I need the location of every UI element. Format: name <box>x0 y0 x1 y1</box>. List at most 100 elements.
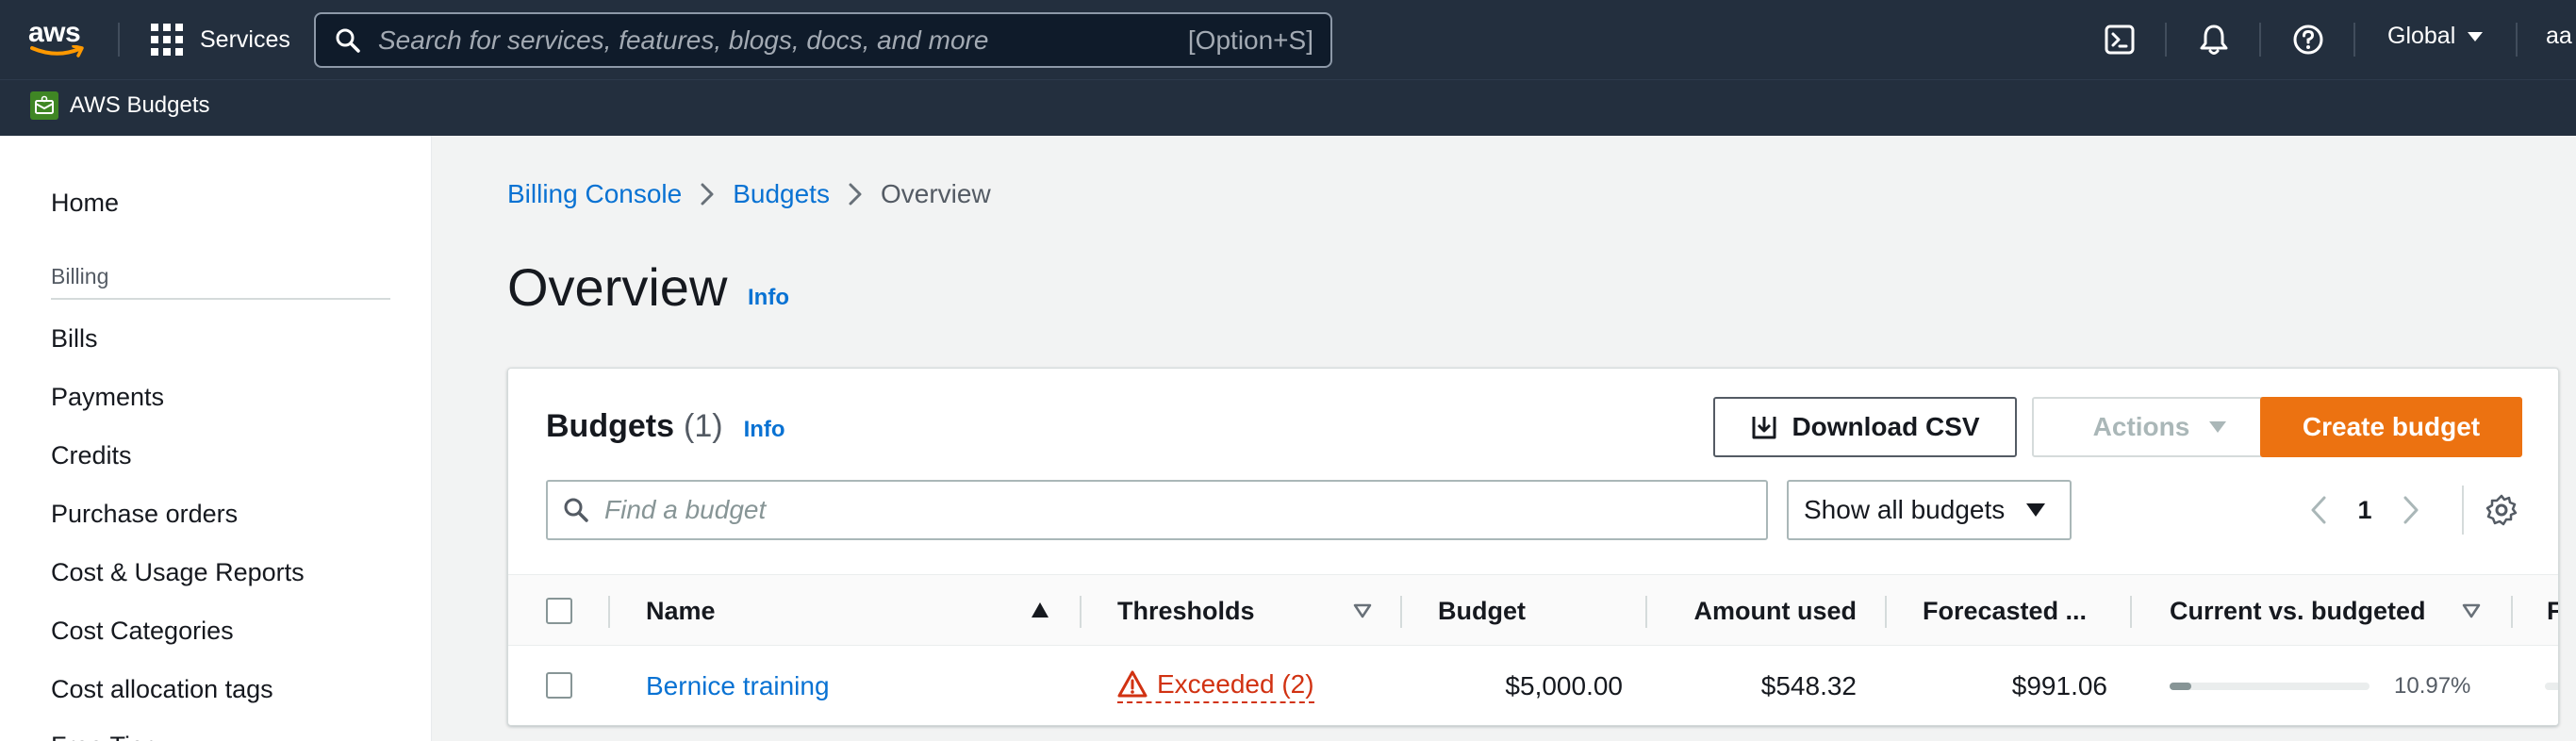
panel-info-link[interactable]: Info <box>744 417 785 443</box>
sidebar-item-credits[interactable]: Credits <box>51 441 132 470</box>
help-icon[interactable] <box>2289 21 2327 58</box>
sidebar-item-purchase-orders[interactable]: Purchase orders <box>51 500 238 529</box>
sidebar-item-cost-usage-reports[interactable]: Cost & Usage Reports <box>51 558 305 587</box>
table-header: Name Thresholds Budget Amount used Forec… <box>508 574 2558 647</box>
global-search-input[interactable] <box>378 25 1188 56</box>
breadcrumb-budgets[interactable]: Budgets <box>733 179 830 209</box>
page-title: Overview <box>507 257 728 317</box>
column-forecasted-label: Forecasted ... <box>1923 596 2088 625</box>
chevron-right-icon <box>701 183 714 206</box>
column-next-partial-label: F <box>2547 597 2558 626</box>
region-selector[interactable]: Global <box>2387 23 2484 50</box>
column-name-label: Name <box>646 596 716 625</box>
find-budget-search[interactable] <box>546 480 1768 540</box>
notifications-bell-icon[interactable] <box>2195 21 2233 58</box>
gear-icon <box>2485 494 2518 526</box>
threshold-status[interactable]: Exceeded (2) <box>1117 669 1314 703</box>
column-header-current-vs-budgeted[interactable]: Current vs. budgeted <box>2170 575 2426 647</box>
forecasted-cell: $991.06 <box>2011 671 2107 700</box>
column-budget-label: Budget <box>1438 596 1526 625</box>
sidebar-item-cost-allocation-tags[interactable]: Cost allocation tags <box>51 675 273 704</box>
page-number[interactable]: 1 <box>2337 496 2392 525</box>
find-budget-input[interactable] <box>604 495 1766 525</box>
cloudshell-icon[interactable] <box>2101 21 2138 58</box>
caret-down-icon <box>2209 421 2227 433</box>
column-header-thresholds[interactable]: Thresholds <box>1117 575 1255 647</box>
thresholds-cell: Exceeded (2) <box>1117 646 1314 725</box>
threshold-status-label: Exceeded (2) <box>1157 669 1314 699</box>
column-header-amount-used[interactable]: Amount used <box>1683 575 1858 647</box>
sort-icon[interactable] <box>1353 603 1372 618</box>
sidebar-section-billing: Billing <box>51 264 109 288</box>
sidebar-item-cost-categories[interactable]: Cost Categories <box>51 617 234 646</box>
aws-smile-icon <box>30 45 84 58</box>
table-preferences-button[interactable] <box>2483 491 2520 529</box>
sidebar-divider <box>51 298 390 300</box>
actions-dropdown-button[interactable]: Actions <box>2032 397 2288 457</box>
nav-divider <box>2165 23 2167 57</box>
breadcrumb: Billing Console Budgets Overview <box>507 179 991 209</box>
chevron-right-icon <box>2403 496 2419 524</box>
column-divider <box>608 596 610 628</box>
page-info-link[interactable]: Info <box>748 285 789 311</box>
budget-name-cell: Bernice training <box>646 646 830 725</box>
search-shortcut-hint: [Option+S] <box>1187 25 1313 55</box>
budget-filter-value: Show all budgets <box>1804 495 2006 524</box>
aws-logo[interactable]: aws <box>28 17 91 58</box>
sidebar-item-home[interactable]: Home <box>51 189 119 218</box>
nav-divider <box>2259 23 2261 57</box>
service-bar: AWS Budgets <box>0 79 2576 136</box>
sidebar-item-payments[interactable]: Payments <box>51 383 164 412</box>
prev-page-button[interactable] <box>2300 486 2337 535</box>
column-header-name[interactable]: Name <box>646 575 716 647</box>
aws-logo-text: aws <box>28 17 81 48</box>
budgets-service-icon <box>30 91 58 120</box>
search-icon <box>564 498 588 522</box>
next-page-button[interactable] <box>2392 486 2430 535</box>
column-divider <box>1080 596 1082 628</box>
download-csv-button[interactable]: Download CSV <box>1713 397 2017 457</box>
panel-header: Budgets (1) Info <box>546 408 785 445</box>
region-label: Global <box>2387 23 2456 49</box>
column-header-forecasted[interactable]: Forecasted ... <box>1923 575 2087 647</box>
row-select-checkbox[interactable] <box>546 672 572 699</box>
actions-label: Actions <box>2092 412 2190 441</box>
services-grid-icon <box>151 24 183 56</box>
usage-progress-fill <box>2170 683 2192 690</box>
panel-title: Budgets <box>546 408 674 444</box>
column-current-vs-budgeted-label: Current vs. budgeted <box>2170 596 2426 625</box>
budget-name-link[interactable]: Bernice training <box>646 671 830 701</box>
top-navigation: aws Services [Option+S] <box>0 0 2576 79</box>
service-shortcut[interactable]: AWS Budgets <box>30 91 210 120</box>
budget-filter-select[interactable]: Show all budgets <box>1787 480 2072 540</box>
account-menu[interactable]: aa <box>2546 23 2572 50</box>
sort-icon[interactable] <box>2462 603 2481 618</box>
sidebar-item-free-tier[interactable]: Free Tier <box>51 732 153 741</box>
budget-cell: $5,000.00 <box>1505 671 1623 700</box>
breadcrumb-billing-console[interactable]: Billing Console <box>507 179 682 209</box>
nav-divider <box>118 23 120 57</box>
current-vs-budgeted-cell: 10.97% <box>2170 646 2470 725</box>
column-header-budget[interactable]: Budget <box>1438 575 1526 647</box>
breadcrumb-overview: Overview <box>880 179 991 208</box>
sort-ascending-icon[interactable] <box>1031 601 1049 618</box>
services-menu-button[interactable]: Services <box>151 19 290 60</box>
caret-down-icon <box>2026 503 2046 517</box>
global-search[interactable]: [Option+S] <box>314 12 1332 68</box>
table-row: Bernice training Exceeded (2) $5,000.00 … <box>508 646 2558 725</box>
column-divider <box>2130 596 2132 628</box>
create-budget-button[interactable]: Create budget <box>2260 397 2522 457</box>
select-all-checkbox[interactable] <box>546 598 572 624</box>
column-thresholds-label: Thresholds <box>1117 596 1255 625</box>
sidebar-item-bills[interactable]: Bills <box>51 324 98 354</box>
chevron-right-icon <box>849 183 862 206</box>
search-icon <box>336 28 360 53</box>
column-divider <box>1400 596 1402 628</box>
usage-progress-bar <box>2170 683 2370 690</box>
column-divider <box>2511 596 2513 628</box>
nav-divider <box>2516 23 2518 57</box>
column-header-next-partial[interactable]: F <box>2547 575 2558 647</box>
budget-count: (1) <box>684 408 723 444</box>
chevron-left-icon <box>2311 496 2326 524</box>
next-column-bar-partial <box>2545 683 2558 690</box>
